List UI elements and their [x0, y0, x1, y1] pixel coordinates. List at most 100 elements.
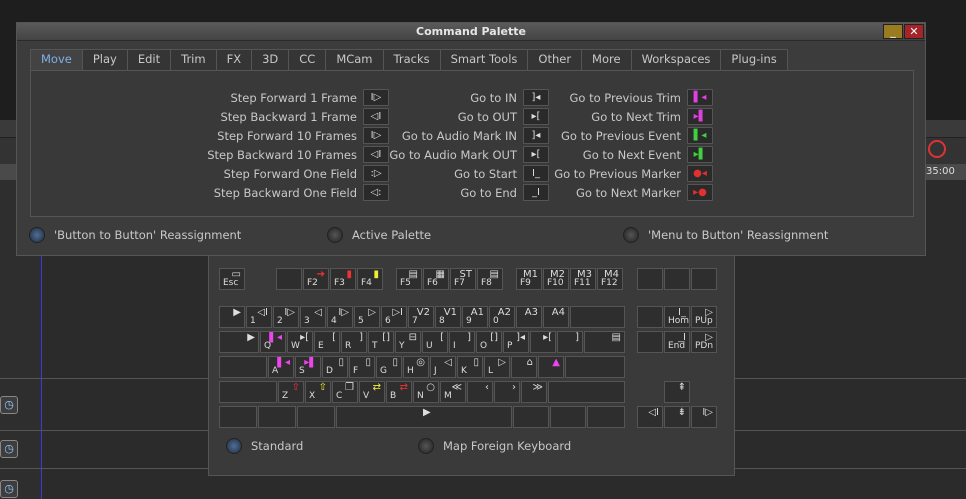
- key-z[interactable]: ⇧ Z: [278, 381, 304, 403]
- close-button[interactable]: ✕: [904, 24, 924, 39]
- key-shift-right[interactable]: [548, 381, 625, 403]
- key-cmd-right[interactable]: [513, 406, 549, 428]
- go-to-end-button[interactable]: _I: [523, 184, 549, 201]
- step-forward-one-field-button[interactable]: :▷: [363, 165, 389, 182]
- key-equals[interactable]: A4: [543, 306, 569, 328]
- key-6[interactable]: ▷I 6: [381, 306, 407, 328]
- key-period[interactable]: ›: [494, 381, 520, 403]
- key-pause[interactable]: [691, 268, 717, 290]
- tab-fx[interactable]: FX: [215, 49, 253, 70]
- tab-cc[interactable]: CC: [288, 49, 327, 70]
- key-1[interactable]: ◁I 1: [246, 306, 272, 328]
- key-delete[interactable]: [637, 331, 663, 353]
- go-to-next-event-button[interactable]: ▸▌: [687, 146, 713, 163]
- key-l[interactable]: ▷ L: [484, 356, 510, 378]
- key-insert[interactable]: [637, 306, 663, 328]
- radio-unselected[interactable]: [327, 227, 343, 243]
- key-tab[interactable]: ▶: [219, 331, 259, 353]
- key-caps-lock[interactable]: [219, 356, 267, 378]
- key-alt-right[interactable]: [550, 406, 586, 428]
- key-comma[interactable]: ‹: [467, 381, 493, 403]
- key-f4[interactable]: ▮ F4: [357, 268, 383, 290]
- key-o[interactable]: [] O: [476, 331, 502, 353]
- key-f10[interactable]: M2 F10: [543, 268, 569, 290]
- go-to-out-button[interactable]: ▸[: [523, 108, 549, 125]
- key-p[interactable]: ]◂ P: [503, 331, 529, 353]
- tab-play[interactable]: Play: [81, 49, 128, 70]
- go-to-previous-event-button[interactable]: ▌◂: [687, 127, 713, 144]
- key-end[interactable]: _I End: [664, 331, 690, 353]
- key-s[interactable]: ▸▌ S: [295, 356, 321, 378]
- minimize-button[interactable]: _: [883, 24, 903, 39]
- key-backslash[interactable]: ▤: [584, 331, 625, 353]
- key-esc[interactable]: ▭ Esc: [219, 268, 245, 290]
- key-q[interactable]: ▌◂ Q: [260, 331, 286, 353]
- key-backspace[interactable]: [570, 306, 625, 328]
- key-quote[interactable]: ▲: [538, 356, 564, 378]
- key-x[interactable]: ⇧ X: [305, 381, 331, 403]
- active-palette-option[interactable]: Active Palette: [327, 225, 431, 245]
- go-to-next-trim-button[interactable]: ▸▌: [687, 108, 713, 125]
- key-shift-left[interactable]: [219, 381, 277, 403]
- step-forward-10-frames-button[interactable]: I▷: [363, 127, 389, 144]
- key-enter[interactable]: [565, 356, 625, 378]
- key-f3[interactable]: ▮ F3: [330, 268, 356, 290]
- key-2[interactable]: I▷ 2: [273, 306, 299, 328]
- key-arrow-up[interactable]: ⇞: [664, 381, 690, 403]
- go-to-audio-mark-out-button[interactable]: ▸[: [523, 146, 549, 163]
- key-alt-left[interactable]: [258, 406, 296, 428]
- key-backtick[interactable]: ▶: [219, 306, 245, 328]
- key-t[interactable]: [] T: [368, 331, 394, 353]
- key-c[interactable]: ❐ C: [332, 381, 358, 403]
- key-ctrl-right[interactable]: [587, 406, 625, 428]
- key-8[interactable]: V1 8: [435, 306, 461, 328]
- go-to-previous-marker-button[interactable]: ●◂: [687, 165, 713, 182]
- track-monitor-icon[interactable]: ◷: [0, 480, 18, 498]
- key-a[interactable]: ▌◂ A: [268, 356, 294, 378]
- track-monitor-icon[interactable]: ◷: [0, 440, 18, 458]
- key-f[interactable]: ▯ F: [349, 356, 375, 378]
- key-d[interactable]: ▯ D: [322, 356, 348, 378]
- key-r[interactable]: ] R: [341, 331, 367, 353]
- key-0[interactable]: A2 0: [489, 306, 515, 328]
- key-print[interactable]: [637, 268, 663, 290]
- record-icon[interactable]: [928, 140, 946, 158]
- key-i[interactable]: ] I: [449, 331, 475, 353]
- key-y[interactable]: ⊟ Y: [395, 331, 421, 353]
- title-bar[interactable]: Command Palette _ ✕: [17, 23, 925, 41]
- button-to-button-option[interactable]: 'Button to Button' Reassignment: [29, 225, 241, 245]
- key-bracket-right[interactable]: ]: [557, 331, 583, 353]
- standard-option[interactable]: Standard: [226, 438, 303, 454]
- radio-unselected[interactable]: [623, 227, 639, 243]
- menu-to-button-option[interactable]: 'Menu to Button' Reassignment: [623, 225, 828, 245]
- radio-unselected[interactable]: [418, 438, 434, 454]
- key-arrow-right[interactable]: I▷: [691, 406, 717, 428]
- key-u[interactable]: [U: [422, 331, 448, 353]
- key-f11[interactable]: M3 F11: [570, 268, 596, 290]
- key-e[interactable]: [E: [314, 331, 340, 353]
- step-backward-10-frames-button[interactable]: ◁I: [363, 146, 389, 163]
- step-backward-one-field-button[interactable]: ◁:: [363, 184, 389, 201]
- key-slash[interactable]: ≫: [521, 381, 547, 403]
- key-arrow-down[interactable]: ⇟: [664, 406, 690, 428]
- key-v[interactable]: ⇄ V: [359, 381, 385, 403]
- tab-3d[interactable]: 3D: [251, 49, 290, 70]
- key-f7[interactable]: ST F7: [450, 268, 476, 290]
- go-to-previous-trim-button[interactable]: ▌◂: [687, 89, 713, 106]
- tab-tracks[interactable]: Tracks: [382, 49, 441, 70]
- key-k[interactable]: ▯ K: [457, 356, 483, 378]
- key-f8[interactable]: ▤ F8: [477, 268, 503, 290]
- key-f1[interactable]: [276, 268, 302, 290]
- tab-move[interactable]: Move: [30, 49, 83, 70]
- key-f12[interactable]: M4 F12: [597, 268, 623, 290]
- map-foreign-keyboard-option[interactable]: Map Foreign Keyboard: [418, 438, 571, 454]
- go-to-in-button[interactable]: ]◂: [523, 89, 549, 106]
- key-n[interactable]: ○ N: [413, 381, 439, 403]
- key-page-up[interactable]: ▷ PUp: [691, 306, 717, 328]
- key-h[interactable]: ◎ H: [403, 356, 429, 378]
- key-3[interactable]: ◁ 3: [300, 306, 326, 328]
- tab-other[interactable]: Other: [527, 49, 583, 70]
- step-backward-1-frame-button[interactable]: ◁I: [363, 108, 389, 125]
- key-ctrl-left[interactable]: [219, 406, 257, 428]
- key-4[interactable]: I▷ 4: [327, 306, 353, 328]
